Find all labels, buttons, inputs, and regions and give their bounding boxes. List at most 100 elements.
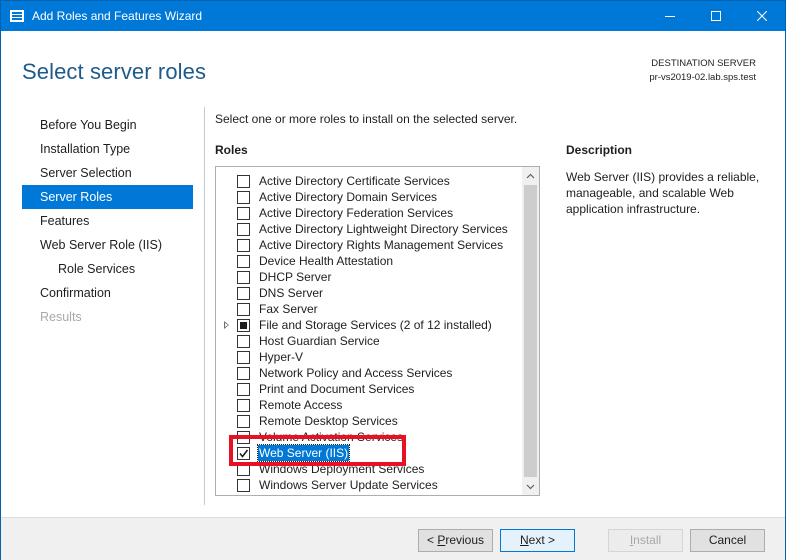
role-label: Fax Server	[259, 302, 318, 316]
role-checkbox[interactable]	[237, 271, 250, 284]
next-button[interactable]: Next >	[500, 529, 575, 552]
maximize-button[interactable]	[693, 1, 739, 31]
role-checkbox[interactable]	[237, 463, 250, 476]
minimize-icon	[665, 16, 675, 17]
roles-list[interactable]: Active Directory Certificate Services Act…	[215, 166, 540, 496]
nav-step-installation-type[interactable]: Installation Type	[22, 137, 193, 161]
role-checkbox[interactable]	[237, 175, 250, 188]
close-icon	[757, 11, 767, 21]
scroll-down-button[interactable]	[522, 478, 539, 495]
scroll-up-button[interactable]	[522, 167, 539, 184]
role-row[interactable]: Active Directory Lightweight Directory S…	[216, 221, 522, 237]
checkmark-icon	[239, 449, 249, 458]
role-checkbox[interactable]	[237, 191, 250, 204]
previous-button[interactable]: < Previous	[418, 529, 493, 552]
role-label: Remote Desktop Services	[259, 414, 398, 428]
role-label: Print and Document Services	[259, 382, 415, 396]
role-label: Web Server (IIS)	[256, 444, 351, 462]
role-row[interactable]: Fax Server	[216, 301, 522, 317]
role-label: Windows Deployment Services	[259, 462, 425, 476]
role-checkbox[interactable]	[237, 399, 250, 412]
role-checkbox[interactable]	[237, 431, 250, 444]
description-text: Web Server (IIS) provides a reliable, ma…	[566, 170, 760, 216]
roles-list-scrollbar[interactable]	[522, 167, 539, 495]
role-label: DHCP Server	[259, 270, 332, 284]
role-checkbox[interactable]	[237, 287, 250, 300]
role-checkbox[interactable]	[237, 415, 250, 428]
role-row[interactable]: Active Directory Certificate Services	[216, 173, 522, 189]
chevron-down-icon	[526, 484, 535, 489]
role-row[interactable]: Windows Server Update Services	[216, 477, 522, 493]
nav-step-server-roles[interactable]: Server Roles	[22, 185, 193, 209]
role-label: Device Health Attestation	[259, 254, 394, 268]
role-row[interactable]: File and Storage Services (2 of 12 insta…	[216, 317, 522, 333]
role-checkbox[interactable]	[237, 239, 250, 252]
role-row[interactable]: Hyper-V	[216, 349, 522, 365]
next-accel: N	[519, 533, 529, 547]
minimize-button[interactable]	[647, 1, 693, 31]
nav-step-web-server-role-iis[interactable]: Web Server Role (IIS)	[22, 233, 193, 257]
destination-server-label: DESTINATION SERVER	[651, 58, 756, 69]
server-manager-icon	[10, 10, 24, 22]
nav-step-role-services[interactable]: Role Services	[22, 257, 193, 281]
role-label: Windows Server Update Services	[259, 478, 438, 492]
role-checkbox[interactable]	[237, 207, 250, 220]
role-row[interactable]: Remote Desktop Services	[216, 413, 522, 429]
role-row[interactable]: Windows Deployment Services	[216, 461, 522, 477]
role-row[interactable]: Active Directory Federation Services	[216, 205, 522, 221]
nav-step-features[interactable]: Features	[22, 209, 193, 233]
role-label: Remote Access	[259, 398, 343, 412]
role-row[interactable]: Active Directory Domain Services	[216, 189, 522, 205]
description-heading: Description	[566, 143, 633, 157]
role-row[interactable]: Web Server (IIS)	[216, 444, 522, 462]
role-checkbox[interactable]	[237, 351, 250, 364]
role-label: Active Directory Certificate Services	[259, 174, 450, 188]
role-label: Active Directory Lightweight Directory S…	[259, 222, 508, 236]
role-checkbox[interactable]	[237, 319, 250, 332]
wizard-footer: < Previous Next > Install Cancel	[1, 517, 785, 560]
role-row[interactable]: Host Guardian Service	[216, 333, 522, 349]
nav-step-results: Results	[40, 310, 82, 324]
role-label: Hyper-V	[259, 350, 304, 364]
next-rest: ext >	[528, 533, 556, 547]
previous-rest: revious	[445, 533, 485, 547]
role-checkbox[interactable]	[237, 223, 250, 236]
role-label: Network Policy and Access Services	[259, 366, 453, 380]
role-label: Active Directory Rights Management Servi…	[259, 238, 504, 252]
role-label: File and Storage Services (2 of 12 insta…	[259, 318, 492, 332]
role-checkbox[interactable]	[237, 479, 250, 492]
roles-list-rows: Active Directory Certificate Services Act…	[216, 173, 522, 493]
wizard-steps-nav: Before You Begin Installation Type Server …	[22, 113, 193, 329]
nav-step-server-selection[interactable]: Server Selection	[22, 161, 193, 185]
role-checkbox[interactable]	[237, 303, 250, 316]
expand-arrow-icon[interactable]	[224, 321, 229, 329]
role-label: Host Guardian Service	[259, 334, 380, 348]
role-row[interactable]: Print and Document Services	[216, 381, 522, 397]
role-checkbox[interactable]	[237, 383, 250, 396]
role-checkbox[interactable]	[237, 447, 250, 460]
role-row[interactable]: Device Health Attestation	[216, 253, 522, 269]
cancel-button[interactable]: Cancel	[690, 529, 765, 552]
role-checkbox[interactable]	[237, 255, 250, 268]
role-row[interactable]: Active Directory Rights Management Servi…	[216, 237, 522, 253]
title-bar[interactable]: Add Roles and Features Wizard	[1, 1, 785, 31]
page-title: Select server roles	[22, 59, 207, 84]
nav-step-confirmation[interactable]: Confirmation	[22, 281, 193, 305]
role-row[interactable]: DNS Server	[216, 285, 522, 301]
install-rest: nstall	[633, 533, 662, 547]
wizard-header: Select server roles DESTINATION SERVER p…	[1, 31, 785, 99]
scroll-thumb[interactable]	[524, 185, 537, 477]
previous-prefix: <	[426, 533, 438, 547]
role-row[interactable]: Volume Activation Services	[216, 429, 522, 445]
maximize-icon	[711, 11, 721, 21]
role-row[interactable]: Network Policy and Access Services	[216, 365, 522, 381]
close-button[interactable]	[739, 1, 785, 31]
role-checkbox[interactable]	[237, 367, 250, 380]
nav-step-before-you-begin[interactable]: Before You Begin	[22, 113, 193, 137]
role-label: Active Directory Domain Services	[259, 190, 438, 204]
install-button[interactable]: Install	[608, 529, 683, 552]
role-checkbox[interactable]	[237, 335, 250, 348]
role-row[interactable]: Remote Access	[216, 397, 522, 413]
role-row[interactable]: DHCP Server	[216, 269, 522, 285]
window-title: Add Roles and Features Wizard	[32, 9, 203, 23]
